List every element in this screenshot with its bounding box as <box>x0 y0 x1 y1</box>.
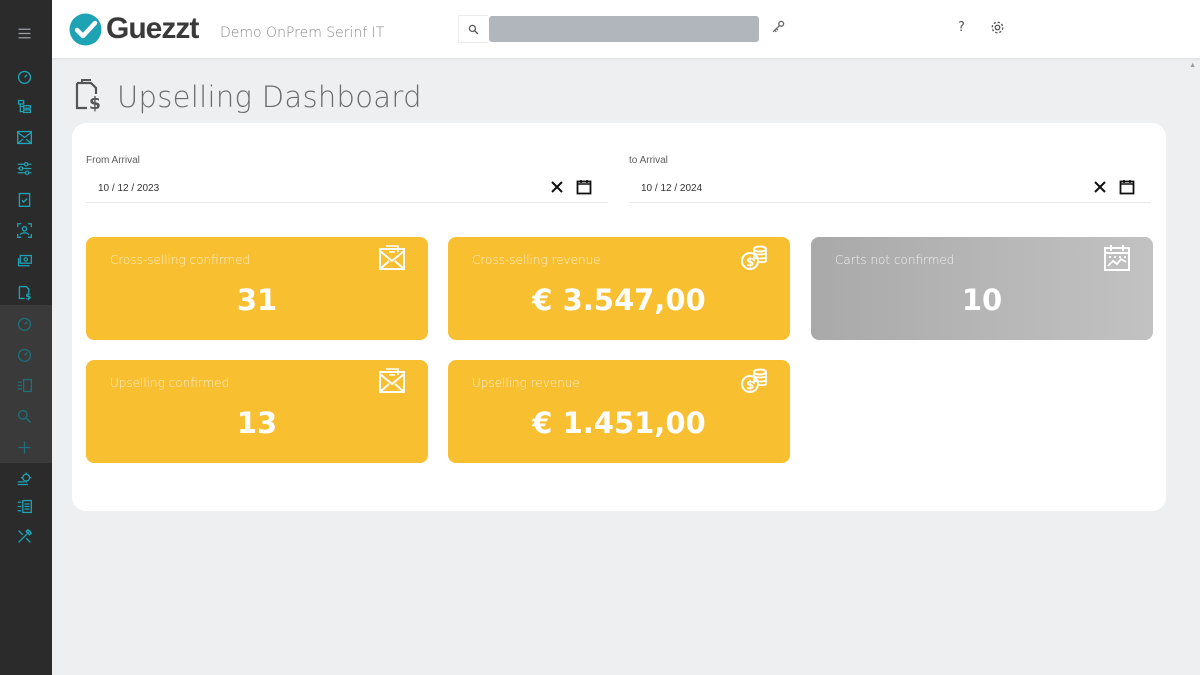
sidebar-item-hierarchy[interactable] <box>13 95 35 117</box>
flow-icon <box>17 378 32 392</box>
speedometer-icon <box>17 70 31 84</box>
dashboard-card: From Arrival 10 / 12 / 2023 to Arrival 1… <box>72 123 1166 511</box>
envelope-icon <box>379 368 405 393</box>
tools-icon <box>17 528 32 543</box>
menu-toggle-icon[interactable] <box>13 22 35 44</box>
from-arrival-field[interactable]: 10 / 12 / 2023 <box>86 175 608 203</box>
coins-icon: $ <box>741 245 767 270</box>
file-dollar-icon: $ <box>18 285 31 301</box>
to-arrival-label: to Arrival <box>629 155 668 166</box>
clipboard-check-icon <box>18 192 30 207</box>
organization-name: Demo OnPrem Serinf IT <box>220 25 385 41</box>
tile-label: Cross-selling revenue <box>472 253 601 267</box>
calendar-icon[interactable] <box>576 179 592 195</box>
gear-icon[interactable] <box>990 20 1005 35</box>
money-stack-icon <box>17 254 32 266</box>
plus-icon <box>18 441 30 453</box>
sidebar-item-tools[interactable] <box>13 525 35 547</box>
logo[interactable]: Guezzt <box>69 12 199 46</box>
coins-icon: $ <box>741 368 767 393</box>
tile-label: Upselling confirmed <box>110 376 230 390</box>
svg-text:$: $ <box>89 94 101 112</box>
to-arrival-field[interactable]: 10 / 12 / 2024 <box>629 175 1151 203</box>
clear-icon[interactable] <box>1093 180 1107 194</box>
logo-check-icon <box>69 13 102 45</box>
svg-text:$: $ <box>25 292 31 301</box>
sidebar: $ <box>0 0 52 675</box>
search-icon <box>17 409 31 423</box>
tile-value: € 1.451,00 <box>532 406 706 440</box>
brand-name: Guezzt <box>106 12 199 45</box>
calendar-chart-icon <box>1104 245 1130 271</box>
page-title: Upselling Dashboard <box>117 80 422 114</box>
sidebar-item-clipboard[interactable] <box>13 188 35 210</box>
hierarchy-icon <box>17 99 31 113</box>
to-arrival-value[interactable]: 10 / 12 / 2024 <box>641 183 702 194</box>
scroll-up-arrow[interactable]: ▲ <box>1189 62 1196 69</box>
gauge-icon <box>17 317 31 331</box>
tile-label: Upselling revenue <box>472 376 580 390</box>
sidebar-item-gauge[interactable] <box>13 312 35 334</box>
tile-cross-selling-revenue[interactable]: Cross-selling revenue $ € 3.547,00 <box>448 237 790 340</box>
gauge-icon-2 <box>17 348 31 362</box>
sidebar-item-search[interactable] <box>13 405 35 427</box>
tile-label: Cross-selling confirmed <box>110 253 250 267</box>
key-icon[interactable] <box>770 19 786 35</box>
mail-image-icon <box>16 130 32 144</box>
sidebar-item-sliders[interactable] <box>13 157 35 179</box>
sidebar-item-flow[interactable] <box>13 374 35 396</box>
sidebar-item-mail[interactable] <box>13 126 35 148</box>
file-dollar-icon: $ <box>75 79 101 112</box>
tile-value: 13 <box>236 406 278 440</box>
sidebar-item-speedometer[interactable] <box>13 65 35 87</box>
top-bar: Guezzt Demo OnPrem Serinf IT ? <box>52 0 1200 58</box>
sidebar-item-face-scan[interactable] <box>13 219 35 241</box>
face-scan-icon <box>16 222 32 238</box>
sidebar-item-gauge-2[interactable] <box>13 343 35 365</box>
sidebar-item-add[interactable] <box>13 436 35 458</box>
tile-cross-selling-confirmed[interactable]: Cross-selling confirmed 31 <box>86 237 428 340</box>
tile-upselling-confirmed[interactable]: Upselling confirmed 13 <box>86 360 428 463</box>
sidebar-item-money[interactable] <box>13 250 35 272</box>
envelope-icon <box>379 245 405 270</box>
sidebar-item-file-dollar[interactable]: $ <box>13 281 35 303</box>
calendar-icon[interactable] <box>1119 179 1135 195</box>
gear-flow-icon <box>17 472 31 485</box>
from-arrival-label: From Arrival <box>86 155 140 166</box>
search-input[interactable] <box>489 16 759 42</box>
tile-carts-not-confirmed[interactable]: Carts not confirmed 10 <box>811 237 1153 340</box>
tile-value: 10 <box>961 283 1003 317</box>
clear-icon[interactable] <box>550 180 564 194</box>
sidebar-item-flow-list[interactable] <box>13 495 35 517</box>
tile-value: 31 <box>236 283 278 317</box>
search-icon <box>468 24 479 34</box>
search-button[interactable] <box>458 15 488 43</box>
sliders-icon <box>17 161 31 175</box>
tile-value: € 3.547,00 <box>532 283 706 317</box>
flow-list-icon <box>17 499 32 513</box>
from-arrival-value[interactable]: 10 / 12 / 2023 <box>98 183 159 194</box>
tile-upselling-revenue[interactable]: Upselling revenue $ € 1.451,00 <box>448 360 790 463</box>
tile-label: Carts not confirmed <box>835 253 955 267</box>
help-icon[interactable]: ? <box>958 20 965 35</box>
sidebar-item-gear-flow[interactable] <box>13 467 35 489</box>
